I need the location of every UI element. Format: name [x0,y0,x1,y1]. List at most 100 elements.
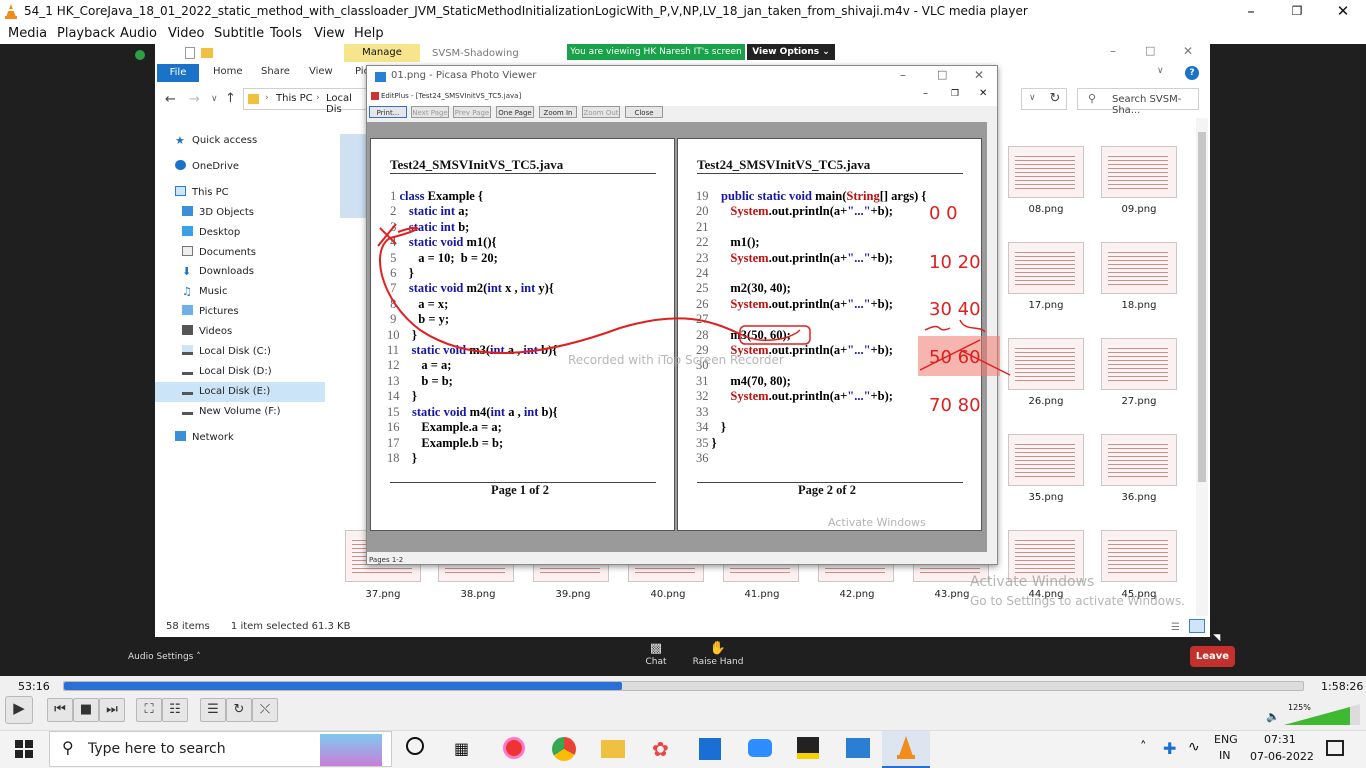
close-preview-button[interactable]: Close [625,106,663,118]
chrome-icon[interactable] [552,737,576,761]
view-options-button[interactable]: View Options ⌄ [747,44,835,60]
ribbon-tab-file[interactable]: File [157,64,199,82]
picasa-maximize-button[interactable]: □ [937,68,947,81]
scrollbar-thumb[interactable] [1198,132,1206,482]
raise-hand-button[interactable]: ✋ Raise Hand [690,641,746,675]
ribbon-tab-home[interactable]: Home [213,66,243,77]
notification-icon[interactable] [1326,740,1344,756]
zoom-in-button[interactable]: Zoom In [539,106,577,118]
cortana-icon[interactable] [406,737,424,755]
menu-playback[interactable]: Playback [57,26,115,41]
store-icon[interactable] [699,738,721,760]
address-bar[interactable]: › This PC › Local Dis [243,88,367,115]
picasa-minimize-button[interactable]: – [900,68,906,82]
up-icon[interactable]: ↑ [225,91,236,106]
sticky-notes-icon[interactable] [797,737,819,759]
file-thumbnail[interactable] [1101,146,1177,198]
plus-tray-icon[interactable]: ✚ [1163,739,1176,758]
editplus-minimize-button[interactable]: – [923,88,928,99]
nav-network[interactable]: Network [175,431,234,443]
windows-start-icon[interactable] [15,740,33,758]
file-thumbnail[interactable] [1008,146,1084,198]
breadcrumb-this-pc[interactable]: This PC [276,93,313,104]
nav-local-disk-c[interactable]: Local Disk (C:) [182,345,271,357]
nav-local-disk-d[interactable]: Local Disk (D:) [182,365,272,377]
file-thumbnail[interactable] [1101,434,1177,486]
nav-desktop[interactable]: Desktop [182,226,240,238]
back-icon[interactable]: ← [165,92,176,107]
previous-button[interactable]: ⏮ [47,698,73,722]
fullscreen-button[interactable]: ⛶ [136,698,162,722]
audio-settings-button[interactable]: Audio Settings ˄ [128,652,201,662]
print-button[interactable]: Print... [369,106,407,118]
task-view-icon[interactable]: ▦ [454,739,469,758]
wifi-icon[interactable]: ∿ [1188,739,1200,755]
ribbon-tab-share[interactable]: Share [261,66,290,77]
shuffle-button[interactable]: ⤬ [252,698,278,722]
vertical-scrollbar[interactable] [1196,118,1208,616]
clock-date[interactable]: 07-06-2022 [1250,750,1314,763]
file-thumbnail[interactable] [1101,530,1177,582]
nav-3d-objects[interactable]: 3D Objects [182,206,254,218]
forward-icon[interactable]: → [189,92,200,107]
snipping-tool-icon[interactable]: ✿ [652,737,669,761]
minimize-button[interactable]: – [1228,0,1274,23]
clock-time[interactable]: 07:31 [1264,733,1296,746]
zoom-icon[interactable] [748,739,772,757]
restore-button[interactable]: ❐ [1274,0,1320,23]
next-button[interactable]: ⏭ [99,698,125,722]
leave-meeting-button[interactable]: Leave [1190,646,1235,667]
explorer-minimize-button[interactable]: – [1110,44,1116,58]
menu-audio[interactable]: Audio [120,26,157,41]
ribbon-expand-icon[interactable]: ∨ [1157,66,1164,76]
recorder-app-icon[interactable] [503,737,525,759]
details-view-icon[interactable]: ☰ [1171,622,1180,633]
explorer-close-button[interactable]: ✕ [1183,44,1193,58]
editplus-close-button[interactable]: ✕ [979,88,987,99]
photos-icon[interactable] [846,738,870,758]
language-secondary[interactable]: IN [1219,749,1230,762]
menu-tools[interactable]: Tools [270,26,302,41]
nav-onedrive[interactable]: OneDrive [175,160,239,172]
editplus-restore-button[interactable]: ❐ [951,89,959,99]
file-thumbnail[interactable] [1101,338,1177,390]
nav-quick-access[interactable]: ★ Quick access [175,134,257,147]
volume-slider[interactable] [1284,704,1360,726]
picasa-close-button[interactable]: ✕ [974,68,984,82]
large-icons-view-icon[interactable] [1189,619,1205,633]
nav-local-disk-e[interactable]: Local Disk (E:) [182,385,270,397]
taskbar-search-box[interactable]: ⚲ Type here to search [49,731,392,767]
nav-pictures[interactable]: Pictures [182,305,239,317]
language-primary[interactable]: ENG [1214,733,1238,746]
file-explorer-icon[interactable] [601,740,625,758]
close-button[interactable]: ✕ [1320,0,1366,23]
menu-view[interactable]: View [314,26,345,41]
search-box[interactable]: ⚲ Search SVSM-Sha... [1077,88,1199,116]
loop-button[interactable]: ↻ [226,698,252,722]
extended-settings-button[interactable]: ☷ [162,698,188,722]
recent-dropdown-icon[interactable]: ∨ [211,94,218,104]
file-thumbnail[interactable] [1101,242,1177,294]
menu-media[interactable]: Media [8,26,47,41]
one-page-button[interactable]: One Page [496,106,534,118]
menu-subtitle[interactable]: Subtitle [214,26,264,41]
menu-video[interactable]: Video [168,26,204,41]
speaker-icon[interactable]: 🔈 [1266,710,1280,723]
play-button[interactable]: ▶ [5,696,33,724]
stop-button[interactable]: ■ [73,698,99,722]
nav-music[interactable]: ♫ Music [182,285,227,298]
file-thumbnail[interactable] [1008,434,1084,486]
nav-videos[interactable]: Videos [182,325,232,337]
help-icon[interactable]: ? [1185,66,1199,80]
nav-downloads[interactable]: ⬇ Downloads [182,265,254,278]
seek-bar[interactable] [63,681,1304,691]
menu-help[interactable]: Help [354,26,384,41]
nav-documents[interactable]: Documents [182,246,256,258]
refresh-button[interactable]: ↻ [1043,88,1067,110]
chat-button[interactable]: ▩ Chat [640,641,672,675]
prev-page-button[interactable]: Prev Page [453,106,491,118]
next-page-button[interactable]: Next Page [411,106,449,118]
ribbon-manage-tab[interactable]: Manage [344,44,420,62]
explorer-maximize-button[interactable]: □ [1145,44,1155,57]
ribbon-tab-view[interactable]: View [309,66,333,77]
